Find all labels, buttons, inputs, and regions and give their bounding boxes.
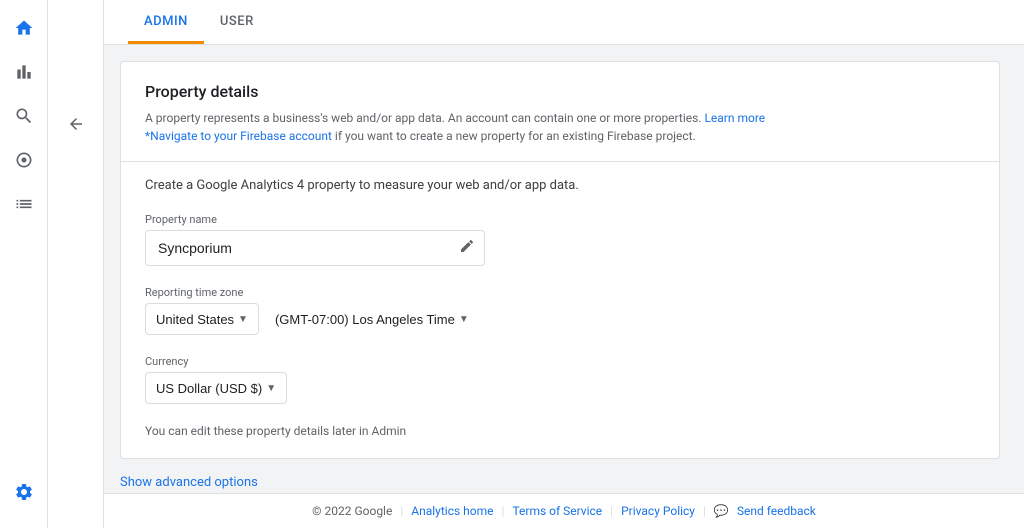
sidebar	[0, 0, 48, 528]
footer-sep-4: |	[703, 504, 706, 518]
show-advanced-link[interactable]: Show advanced options	[120, 475, 258, 490]
section-intro: Create a Google Analytics 4 property to …	[145, 178, 975, 193]
country-select[interactable]: United States ▼	[145, 303, 259, 335]
tab-user[interactable]: USER	[204, 0, 270, 44]
property-name-input[interactable]	[145, 230, 485, 266]
card-title: Property details	[145, 82, 975, 101]
timezone-value: (GMT-07:00) Los Angeles Time	[275, 312, 455, 327]
copyright-text: © 2022 Google	[312, 504, 392, 518]
firebase-link[interactable]: *Navigate to your Firebase account	[145, 129, 332, 143]
feedback-link[interactable]: Send feedback	[737, 504, 816, 518]
description-text: A property represents a business's web a…	[145, 111, 701, 125]
antenna-icon[interactable]	[4, 140, 44, 180]
country-arrow-icon: ▼	[238, 314, 248, 325]
footer-sep-1: |	[400, 504, 403, 518]
home-icon[interactable]	[4, 8, 44, 48]
currency-label: Currency	[145, 355, 975, 368]
analytics-home-link[interactable]: Analytics home	[411, 504, 493, 518]
content-area: Property details A property represents a…	[104, 45, 1024, 493]
currency-value: US Dollar (USD $)	[156, 381, 262, 396]
sidebar-bottom	[4, 472, 44, 520]
bar-chart-icon[interactable]	[4, 52, 44, 92]
tab-admin[interactable]: ADMIN	[128, 0, 204, 44]
edit-note: You can edit these property details late…	[145, 424, 975, 438]
nav-collapse	[48, 0, 104, 528]
timezone-label: Reporting time zone	[145, 286, 975, 299]
edit-icon	[459, 238, 475, 258]
card-description: A property represents a business's web a…	[145, 109, 975, 145]
back-button[interactable]	[60, 108, 92, 140]
card-divider	[121, 161, 999, 162]
terms-link[interactable]: Terms of Service	[512, 504, 602, 518]
currency-field: Currency US Dollar (USD $) ▼	[145, 355, 975, 404]
country-value: United States	[156, 312, 234, 327]
currency-select[interactable]: US Dollar (USD $) ▼	[145, 372, 287, 404]
footer: © 2022 Google | Analytics home | Terms o…	[104, 493, 1024, 528]
settings-icon[interactable]	[4, 472, 44, 512]
footer-sep-3: |	[610, 504, 613, 518]
property-name-input-wrapper	[145, 230, 485, 266]
property-details-card: Property details A property represents a…	[120, 61, 1000, 459]
privacy-link[interactable]: Privacy Policy	[621, 504, 695, 518]
property-name-label: Property name	[145, 213, 975, 226]
list-icon[interactable]	[4, 184, 44, 224]
timezone-field: Reporting time zone United States ▼ (GMT…	[145, 286, 975, 335]
tabs-bar: ADMIN USER	[104, 0, 1024, 45]
main: ADMIN USER Property details A property r…	[104, 0, 1024, 528]
firebase-desc: if you want to create a new property for…	[335, 129, 696, 143]
feedback-icon: 💬	[714, 504, 729, 518]
timezone-row: United States ▼ (GMT-07:00) Los Angeles …	[145, 303, 975, 335]
timezone-select[interactable]: (GMT-07:00) Los Angeles Time ▼	[271, 306, 473, 333]
property-name-field: Property name	[145, 213, 975, 266]
learn-more-link[interactable]: Learn more	[704, 111, 765, 125]
search-icon[interactable]	[4, 96, 44, 136]
footer-sep-2: |	[502, 504, 505, 518]
currency-arrow-icon: ▼	[266, 383, 276, 394]
timezone-arrow-icon: ▼	[459, 314, 469, 325]
